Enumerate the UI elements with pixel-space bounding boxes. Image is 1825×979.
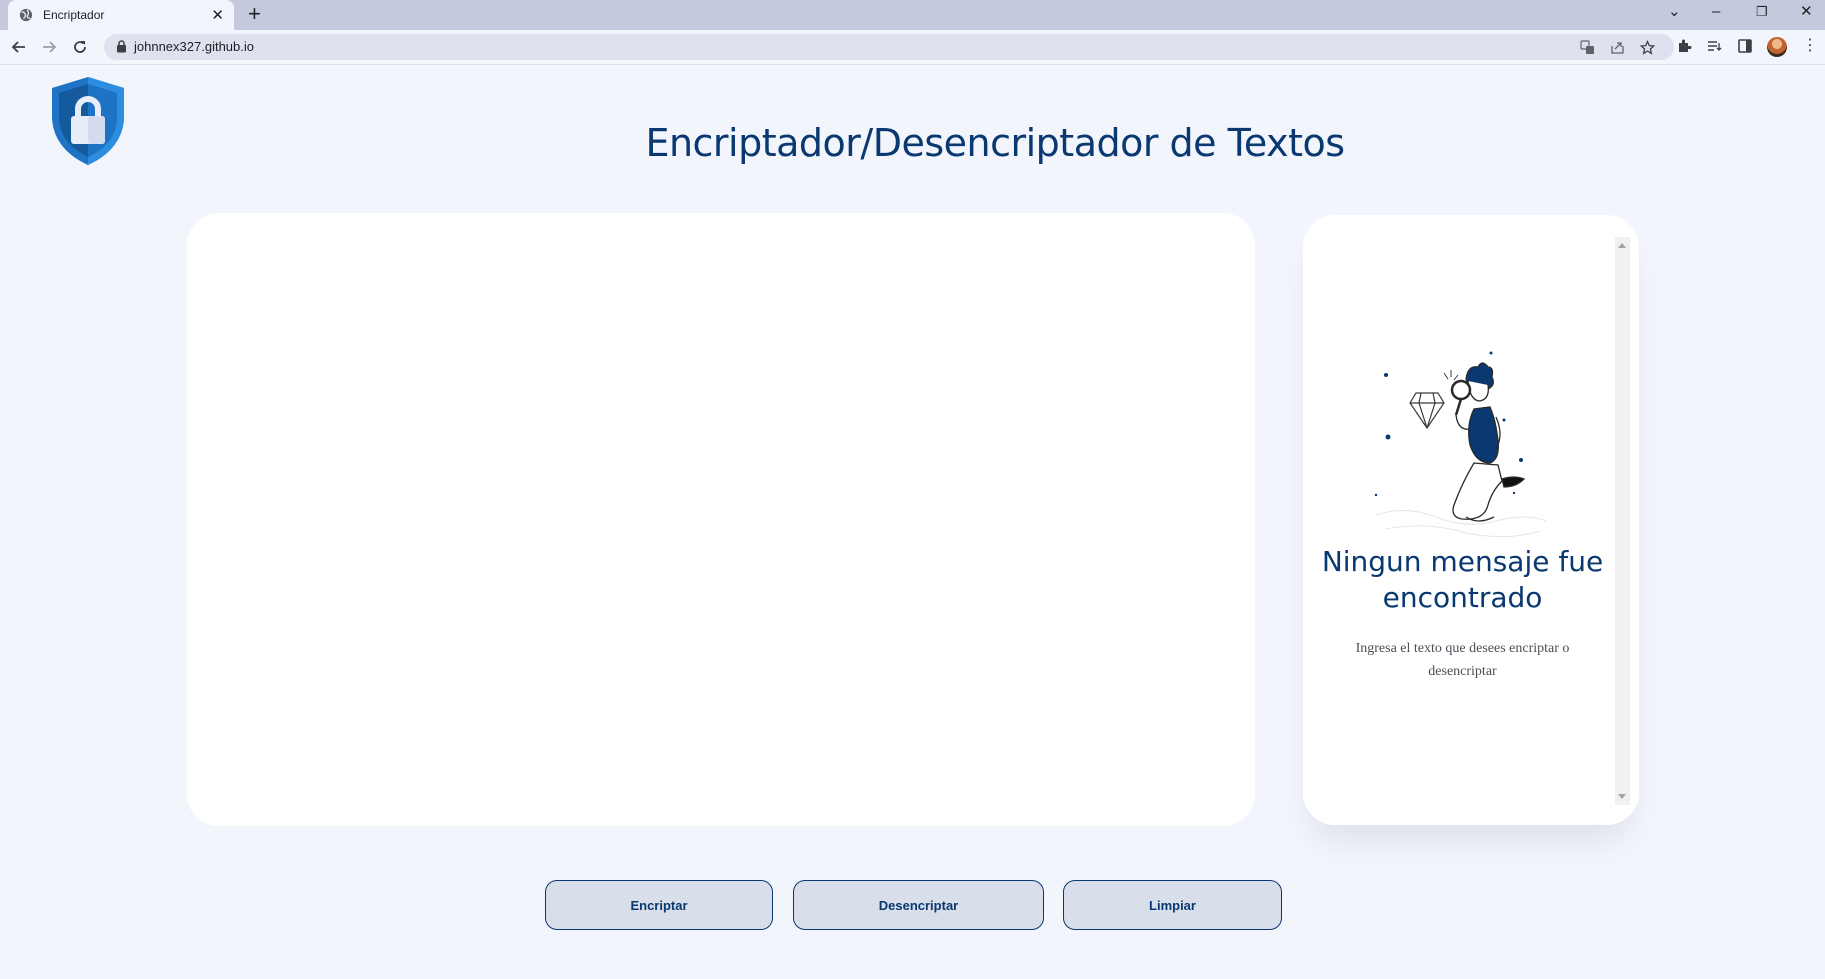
translate-icon[interactable] [1580,40,1595,55]
encrypt-button[interactable]: Encriptar [545,880,773,930]
tab-title: Encriptador [43,8,105,22]
input-panel [187,213,1255,826]
globe-icon [19,8,33,22]
empty-state-description: Ingresa el texto que desees encriptar o … [1355,641,1570,679]
page-title: Encriptador/Desencriptador de Textos [645,121,1345,166]
minimize-button[interactable]: – [1712,2,1720,22]
shield-lock-logo [52,77,124,165]
forward-arrow-icon[interactable] [40,38,58,56]
address-bar[interactable]: johnnex327.github.io [104,34,1674,60]
scroll-up-icon[interactable] [1618,243,1626,248]
output-scrollbar[interactable] [1615,237,1630,805]
close-window-button[interactable]: ✕ [1800,2,1813,22]
tab-strip: Encriptador ✕ + ⌄ – ❐ ✕ [0,0,1825,30]
profile-avatar[interactable] [1767,37,1787,57]
empty-state-title: Ningun mensaje fue encontrado [1321,545,1604,614]
browser-tab[interactable]: Encriptador ✕ [8,0,234,30]
side-panel-icon[interactable] [1737,38,1753,54]
tab-search-icon[interactable]: ⌄ [1668,2,1681,22]
url-text: johnnex327.github.io [134,39,254,54]
empty-state-illustration [1374,351,1547,538]
close-tab-icon[interactable]: ✕ [211,6,224,24]
reload-icon[interactable] [71,38,89,56]
lock-icon[interactable] [116,40,127,53]
message-input[interactable] [187,213,1255,826]
extensions-icon[interactable] [1676,38,1692,54]
browser-toolbar: johnnex327.github.io ⋮ [0,30,1825,65]
restore-button[interactable]: ❐ [1756,2,1768,22]
back-arrow-icon[interactable] [10,38,28,56]
clear-button[interactable]: Limpiar [1063,880,1282,930]
decrypt-button[interactable]: Desencriptar [793,880,1044,930]
new-tab-button[interactable]: + [248,2,261,26]
star-icon[interactable] [1640,40,1655,55]
browser-menu-icon[interactable]: ⋮ [1802,38,1818,54]
share-icon[interactable] [1610,40,1625,55]
reading-list-icon[interactable] [1706,38,1722,54]
scroll-down-icon[interactable] [1618,794,1626,799]
